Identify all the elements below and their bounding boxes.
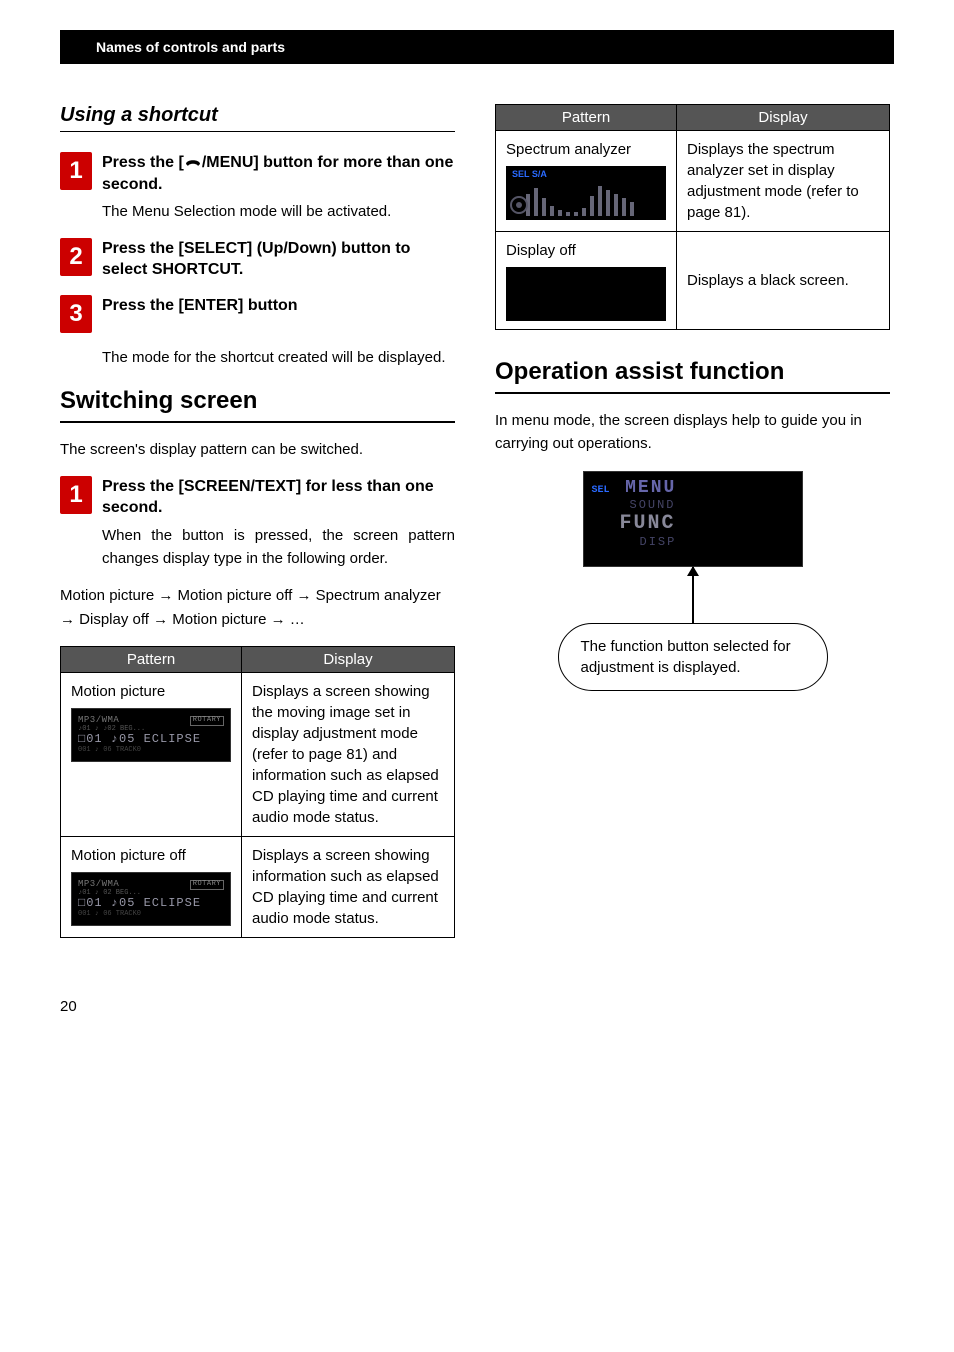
menu-sel-label: SEL xyxy=(592,485,610,496)
callout-arrow xyxy=(692,567,694,623)
table-row: Motion picture MP3/WMAROTARY ♪01 ♪ ♪02 B… xyxy=(61,673,455,837)
sa-bars xyxy=(526,180,634,216)
switching-intro: The screen's display pattern can be swit… xyxy=(60,439,455,462)
step-1-title: Press the [/MENU] button for more than o… xyxy=(102,152,455,195)
display-desc: Displays a black screen. xyxy=(677,232,890,330)
step-2: 2 Press the [SELECT] (Up/Down) button to… xyxy=(60,238,455,281)
menu-screen-preview: SEL MENU SOUND FUNC DISP xyxy=(583,471,803,567)
menu-disp-label: DISP xyxy=(640,535,794,549)
divider xyxy=(60,131,455,132)
display-desc: Displays a screen showing information su… xyxy=(242,837,455,938)
pattern-table-right: Pattern Display Spectrum analyzer SEL S/… xyxy=(495,104,890,330)
screen-preview-motion-picture: MP3/WMAROTARY ♪01 ♪ ♪02 BEG... □01 ♪05 E… xyxy=(71,708,231,762)
divider xyxy=(60,421,455,423)
pattern-label: Motion picture xyxy=(71,681,231,702)
table-row: Spectrum analyzer SEL S/A xyxy=(496,131,890,232)
screen-line: MP3/WMA xyxy=(78,715,119,725)
step-3-followup: The mode for the shortcut created will b… xyxy=(102,347,455,370)
step-number: 1 xyxy=(60,152,92,190)
section-title: Names of controls and parts xyxy=(96,39,285,55)
table-row: Display off Displays a black screen. xyxy=(496,232,890,330)
step-2-title: Press the [SELECT] (Up/Down) button to s… xyxy=(102,238,455,281)
screen-line: □01 ♪05 ECLIPSE xyxy=(78,897,224,910)
step-1-desc: The Menu Selection mode will be activate… xyxy=(102,201,455,224)
flow-sequence: Motion picture → Motion picture off → Sp… xyxy=(60,584,455,632)
menu-sound-label: SOUND xyxy=(630,498,794,512)
screen-preview-spectrum-analyzer: SEL S/A xyxy=(506,166,666,220)
display-desc: Displays a screen showing the moving ima… xyxy=(242,673,455,837)
screen-preview-display-off xyxy=(506,267,666,321)
step-1: 1 Press the [/MENU] button for more than… xyxy=(60,152,455,224)
screen-line: MP3/WMA xyxy=(78,879,119,889)
table-header-pattern: Pattern xyxy=(496,105,677,131)
menu-menu-label: MENU xyxy=(625,478,676,498)
page-number: 20 xyxy=(60,998,77,1015)
menu-func-label: FUNC xyxy=(620,512,794,535)
table-row: Motion picture off MP3/WMAROTARY ♪01 ♪ 0… xyxy=(61,837,455,938)
switching-heading: Switching screen xyxy=(60,387,455,415)
switch-step-1: 1 Press the [SCREEN/TEXT] for less than … xyxy=(60,476,455,570)
pattern-table-left: Pattern Display Motion picture MP3/WMA RO… xyxy=(60,646,455,938)
table-header-display: Display xyxy=(677,105,890,131)
display-desc: Displays the spectrum analyzer set in di… xyxy=(677,131,890,232)
step-number: 2 xyxy=(60,238,92,276)
assist-intro: In menu mode, the screen displays help t… xyxy=(495,410,890,455)
pattern-label: Motion picture off xyxy=(71,845,231,866)
table-header-display: Display xyxy=(242,647,455,673)
step-number: 3 xyxy=(60,295,92,333)
switch-step-title: Press the [SCREEN/TEXT] for less than on… xyxy=(102,476,455,519)
screen-preview-motion-picture-off: MP3/WMAROTARY ♪01 ♪ 02 BEG... □01 ♪05 EC… xyxy=(71,872,231,926)
pattern-label: Display off xyxy=(506,240,666,261)
step-number: 1 xyxy=(60,476,92,514)
assist-heading: Operation assist function xyxy=(495,358,890,386)
pattern-label: Spectrum analyzer xyxy=(506,139,666,160)
screen-line: □01 ♪05 ECLIPSE xyxy=(78,733,224,746)
sa-dial-icon xyxy=(510,196,528,214)
screen-line: ROTARY xyxy=(190,716,224,726)
table-header-pattern: Pattern xyxy=(61,647,242,673)
step-3: 3 Press the [ENTER] button xyxy=(60,295,455,333)
step-1-title-prefix: Press the [ xyxy=(102,154,184,171)
shortcut-heading: Using a shortcut xyxy=(60,104,455,127)
callout-bubble: The function button selected for adjustm… xyxy=(558,623,828,691)
divider xyxy=(495,392,890,394)
section-header: Names of controls and parts xyxy=(60,30,894,64)
screen-line: ROTARY xyxy=(190,880,224,890)
sa-label: SEL S/A xyxy=(512,168,547,181)
phone-icon xyxy=(184,155,202,169)
switch-step-desc: When the button is pressed, the screen p… xyxy=(102,525,455,570)
step-3-title: Press the [ENTER] button xyxy=(102,295,455,317)
